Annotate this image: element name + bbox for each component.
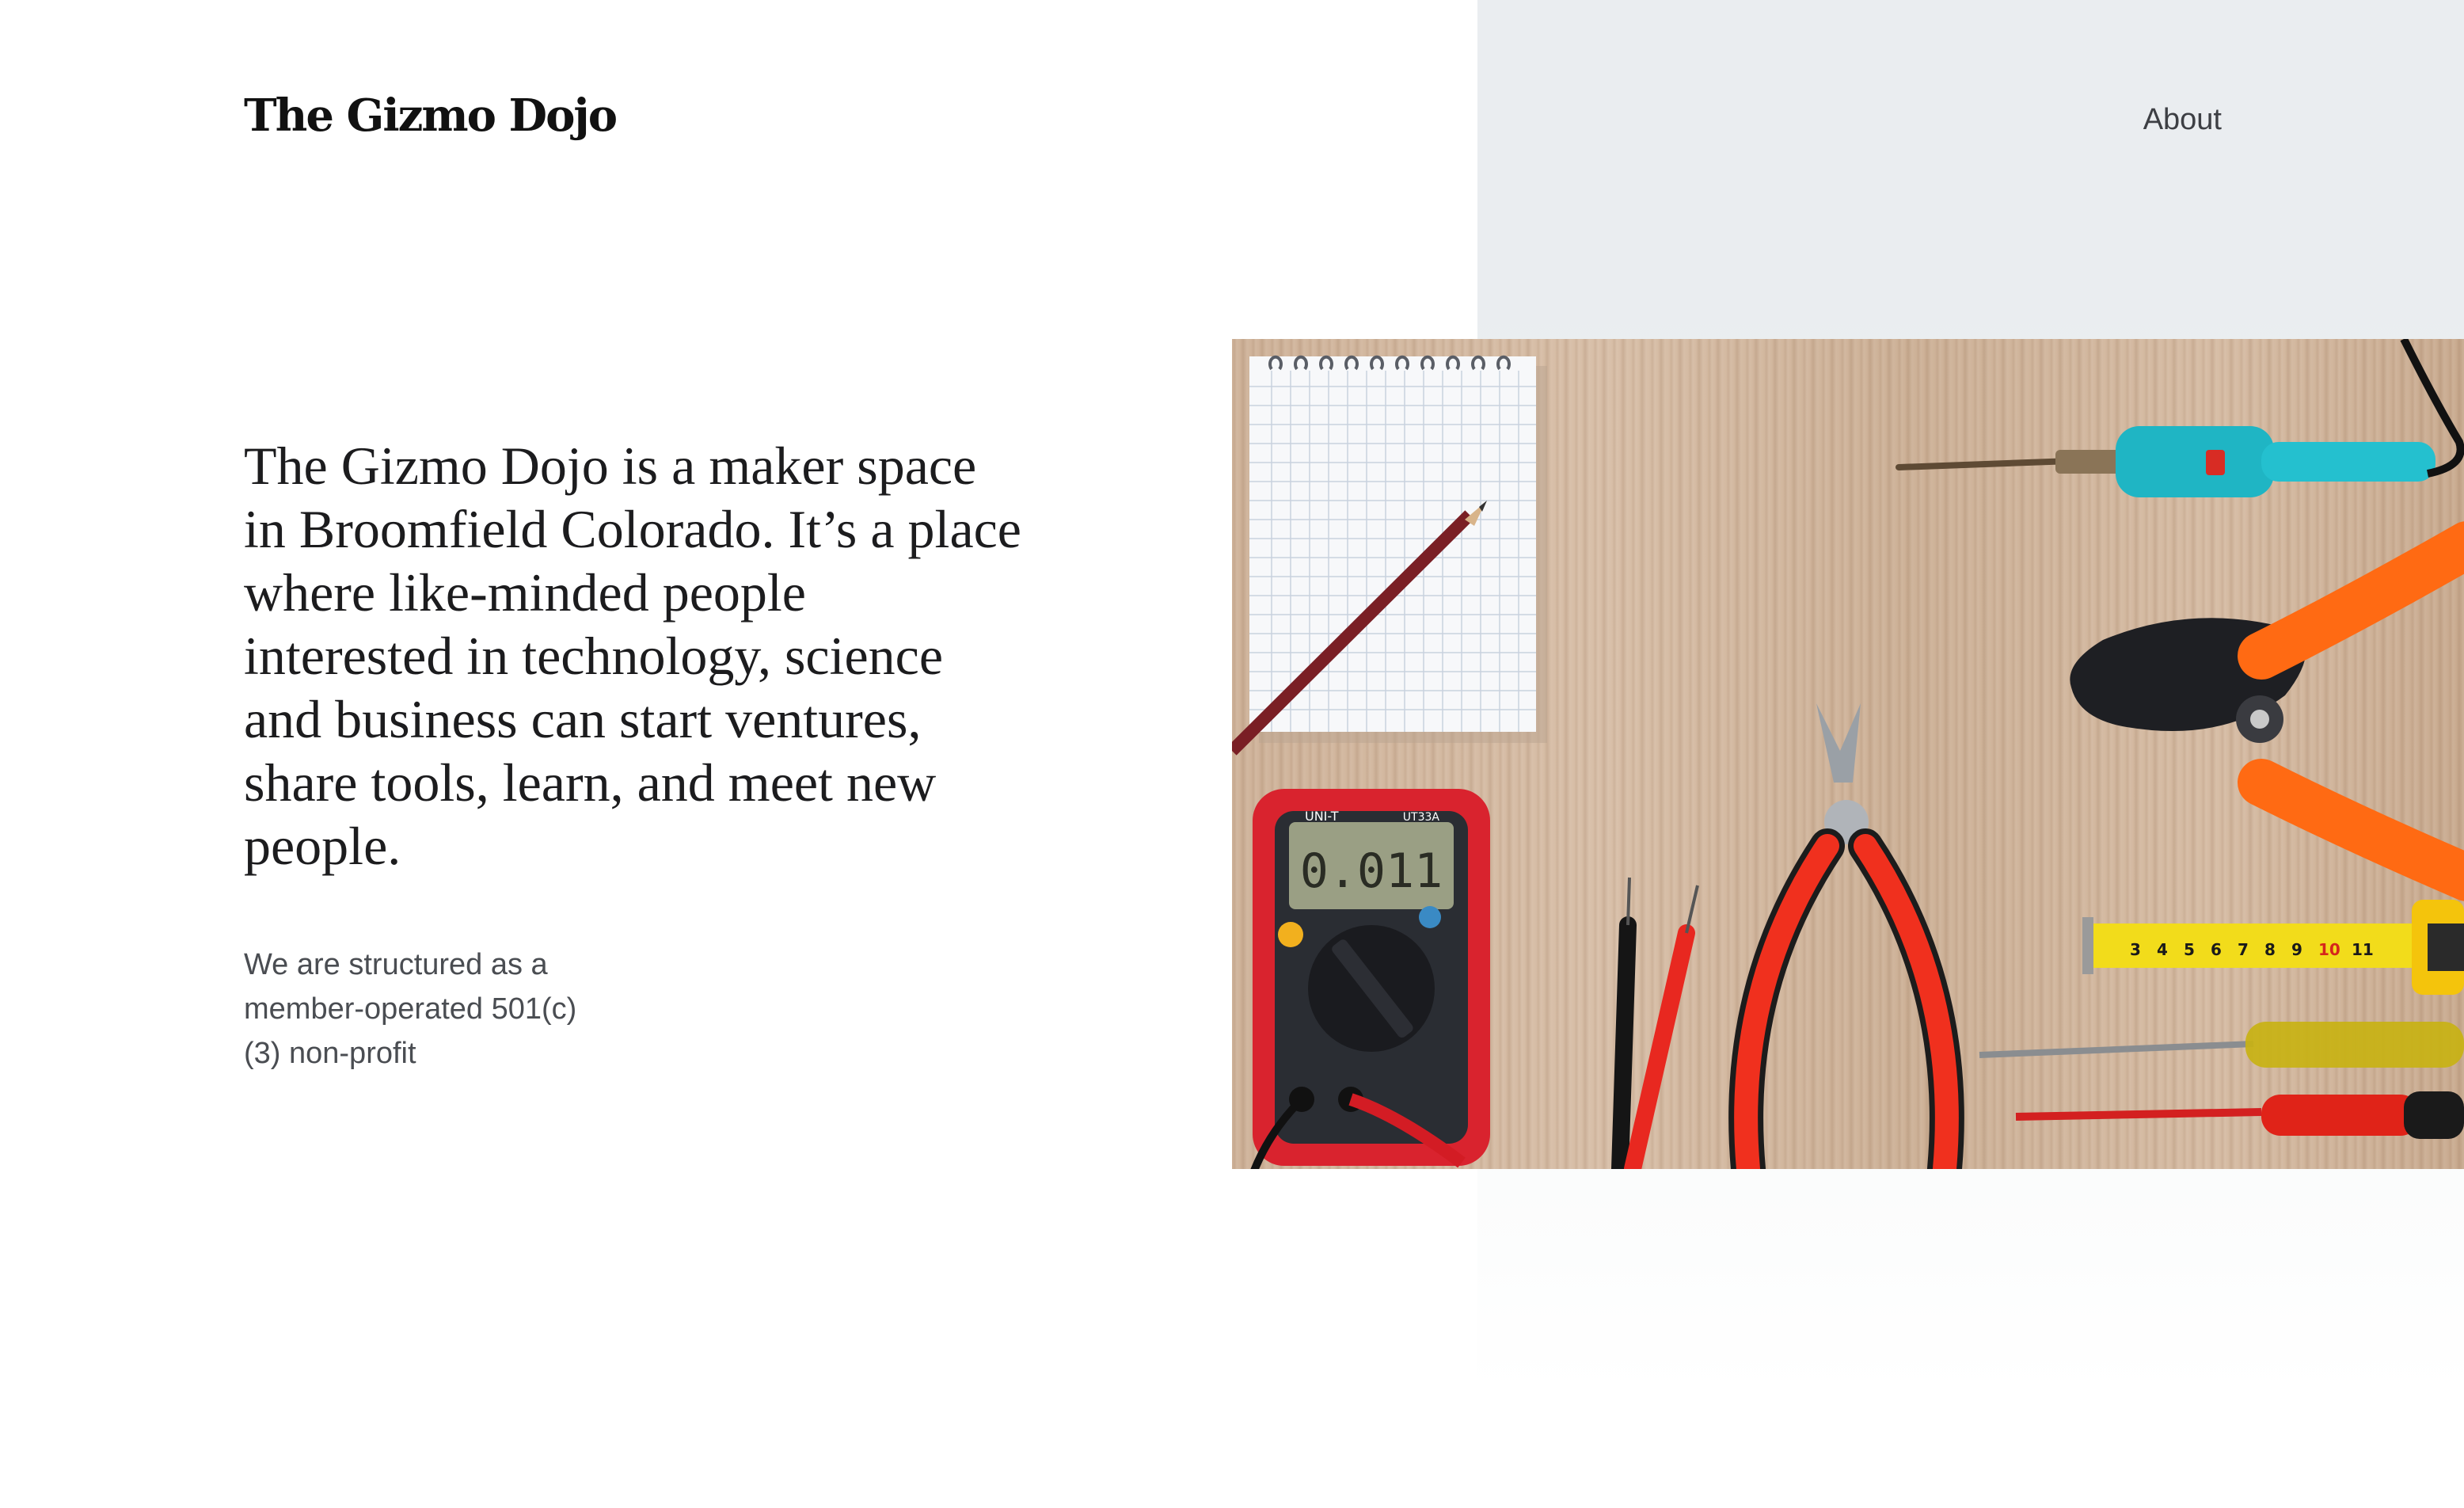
main-nav: About [2143, 105, 2222, 135]
test-probes-illustration [1611, 877, 1699, 1169]
nonprofit-note: We are structured as a member-operated 5… [244, 948, 577, 1070]
intro-text: The Gizmo Dojo is a maker space in Broom… [244, 436, 1021, 876]
soldering-iron-illustration [1896, 339, 2464, 497]
tape-number: 4 [2157, 940, 2168, 959]
diagonal-cutters-illustration [1728, 703, 1964, 1169]
tape-number: 5 [2184, 940, 2195, 959]
hero-photo-illustration: 0.011 UNI-T UT33A 3 4 5 6 7 8 9 10 11 [1232, 339, 2464, 1169]
tape-number: 6 [2211, 940, 2222, 959]
tape-number: 3 [2130, 940, 2141, 959]
multimeter-reading: 0.011 [1300, 843, 1443, 899]
tape-number: 11 [2352, 940, 2374, 959]
site-logo[interactable]: The Gizmo Dojo [244, 93, 618, 138]
tape-number: 10 [2318, 940, 2340, 959]
multimeter-brand: UNI-T [1305, 809, 1339, 824]
multimeter-model: UT33A [1403, 811, 1440, 824]
screwdrivers-illustration [1979, 1022, 2464, 1139]
tape-number: 9 [2291, 940, 2302, 959]
nav-link-about[interactable]: About [2143, 105, 2222, 135]
tape-measure-illustration: 3 4 5 6 7 8 9 10 11 [2082, 900, 2464, 995]
multimeter-illustration: 0.011 UNI-T UT33A [1250, 789, 1490, 1169]
tape-number: 7 [2238, 940, 2249, 959]
page: The Gizmo Dojo About The Gizmo Dojo is a… [0, 0, 2464, 1508]
tape-number: 8 [2264, 940, 2276, 959]
hero-photo: 0.011 UNI-T UT33A 3 4 5 6 7 8 9 10 11 [1232, 339, 2464, 1169]
wire-strippers-illustration [2070, 521, 2464, 901]
